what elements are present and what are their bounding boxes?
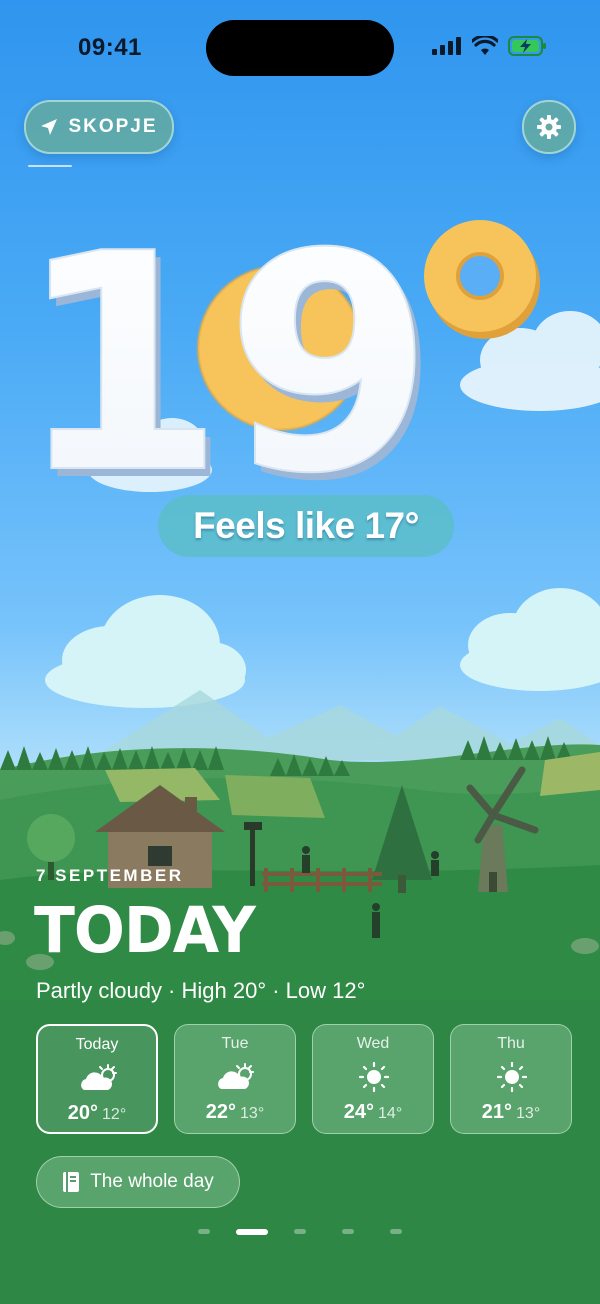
- forecast-low: 13°: [516, 1105, 541, 1122]
- status-icons: [432, 36, 548, 56]
- forecast-day-name: Today: [75, 1036, 119, 1053]
- location-button[interactable]: SKOPJE: [24, 100, 174, 154]
- partly-cloudy-icon: [81, 1064, 117, 1090]
- forecast-card-thu[interactable]: Thu 21° 13°: [450, 1024, 572, 1134]
- battery-charging-icon: [508, 36, 546, 56]
- feels-like-text: Feels like 17°: [193, 505, 419, 546]
- forecast-low: 13°: [240, 1105, 265, 1122]
- forecast-high: 20°: [67, 1102, 99, 1124]
- field-2: [225, 775, 325, 818]
- day-title: TODAY: [34, 894, 256, 968]
- page-dot-active[interactable]: [236, 1229, 268, 1235]
- degree-symbol: [424, 220, 540, 339]
- weather-screen: 09:41 SKOPJE 19 19 Feels like 17° 7 SEPT…: [0, 0, 600, 1304]
- temperature-value: 19: [40, 200, 434, 500]
- partly-cloudy-icon: [218, 1063, 254, 1089]
- lamppost: [250, 826, 255, 886]
- page-dot[interactable]: [342, 1229, 354, 1234]
- forecast-high: 21°: [481, 1101, 513, 1123]
- cloud-mid-left: [45, 595, 246, 708]
- feels-like-badge: Feels like 17°: [158, 495, 454, 557]
- forecast-high: 22°: [205, 1101, 237, 1123]
- status-time: 09:41: [78, 34, 142, 61]
- whole-day-button[interactable]: The whole day: [36, 1156, 240, 1208]
- forecast-high: 24°: [343, 1101, 375, 1123]
- forecast-temps: 21° 13°: [451, 1101, 571, 1124]
- forecast-row: Today 20° 12° Tue 22° 13° Wed 24° 14° Th…: [36, 1024, 574, 1138]
- location-name: SKOPJE: [68, 116, 158, 137]
- forecast-temps: 24° 14°: [313, 1101, 433, 1124]
- forecast-card-wed[interactable]: Wed 24° 14°: [312, 1024, 434, 1134]
- gear-icon: [537, 115, 561, 139]
- dynamic-island: [206, 20, 394, 76]
- forecast-temps: 20° 12°: [38, 1102, 156, 1125]
- location-arrow-icon: [41, 119, 58, 135]
- page-dot[interactable]: [294, 1229, 306, 1234]
- forecast-day-name: Tue: [221, 1035, 249, 1052]
- wifi-icon: [472, 36, 498, 55]
- forecast-card-tue[interactable]: Tue 22° 13°: [174, 1024, 296, 1134]
- date-label: 7 SEPTEMBER: [36, 866, 184, 885]
- page-dot[interactable]: [198, 1229, 210, 1234]
- forecast-day-name: Thu: [497, 1035, 525, 1052]
- page-dot[interactable]: [390, 1229, 402, 1234]
- book-icon: [63, 1172, 80, 1192]
- page-indicator[interactable]: [198, 1229, 402, 1235]
- cloud-mid-right: [460, 588, 600, 691]
- status-bar: 09:41: [0, 0, 600, 100]
- cellular-signal-icon: [432, 37, 461, 55]
- forecast-temps: 22° 13°: [175, 1101, 295, 1124]
- sun-icon: [496, 1061, 528, 1093]
- whole-day-label: The whole day: [90, 1171, 214, 1192]
- settings-button[interactable]: [522, 100, 576, 154]
- location-indicator: [28, 165, 72, 167]
- sun-icon: [358, 1061, 390, 1093]
- forecast-low: 12°: [102, 1106, 127, 1123]
- weather-summary: Partly cloudy · High 20° · Low 12°: [36, 978, 366, 1003]
- forecast-low: 14°: [378, 1105, 403, 1122]
- forecast-card-today[interactable]: Today 20° 12°: [36, 1024, 158, 1134]
- temperature-display: 19 19: [40, 200, 540, 500]
- forecast-day-name: Wed: [356, 1035, 390, 1052]
